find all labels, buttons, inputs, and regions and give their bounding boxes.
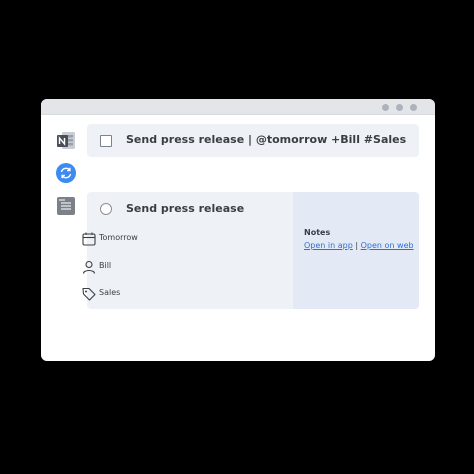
- open-on-web-link[interactable]: Open on web: [361, 241, 414, 250]
- notes-panel: Notes Open in app | Open on web: [293, 192, 419, 309]
- sync-icon[interactable]: [56, 163, 76, 183]
- open-in-app-link[interactable]: Open in app: [304, 241, 353, 250]
- user-icon: [81, 259, 97, 275]
- task-title: Send press release: [126, 202, 245, 215]
- due-date-label: Tomorrow: [99, 233, 138, 242]
- window-control-close[interactable]: [410, 104, 417, 111]
- notes-links: Open in app | Open on web: [304, 241, 414, 250]
- task-complete-radio[interactable]: [100, 203, 112, 215]
- link-separator: |: [355, 241, 359, 250]
- notes-label: Notes: [304, 228, 331, 237]
- quick-add-task-card[interactable]: Send press release | @tomorrow +Bill #Sa…: [87, 124, 419, 157]
- onenote-icon[interactable]: [56, 131, 76, 151]
- window-control-maximize[interactable]: [396, 104, 403, 111]
- window-control-minimize[interactable]: [382, 104, 389, 111]
- task-checkbox[interactable]: [100, 135, 112, 147]
- assignee-label: Bill: [99, 261, 112, 270]
- task-detail-card: Send press release Notes Open in app | O…: [87, 192, 419, 309]
- tag-label: Sales: [99, 288, 121, 297]
- stack-icon[interactable]: [56, 196, 76, 216]
- tag-icon: [81, 286, 97, 302]
- calendar-icon: [81, 231, 97, 247]
- app-window: Send press release | @tomorrow +Bill #Sa…: [41, 99, 435, 361]
- title-bar: [41, 99, 435, 115]
- quick-add-text[interactable]: Send press release | @tomorrow +Bill #Sa…: [126, 133, 406, 146]
